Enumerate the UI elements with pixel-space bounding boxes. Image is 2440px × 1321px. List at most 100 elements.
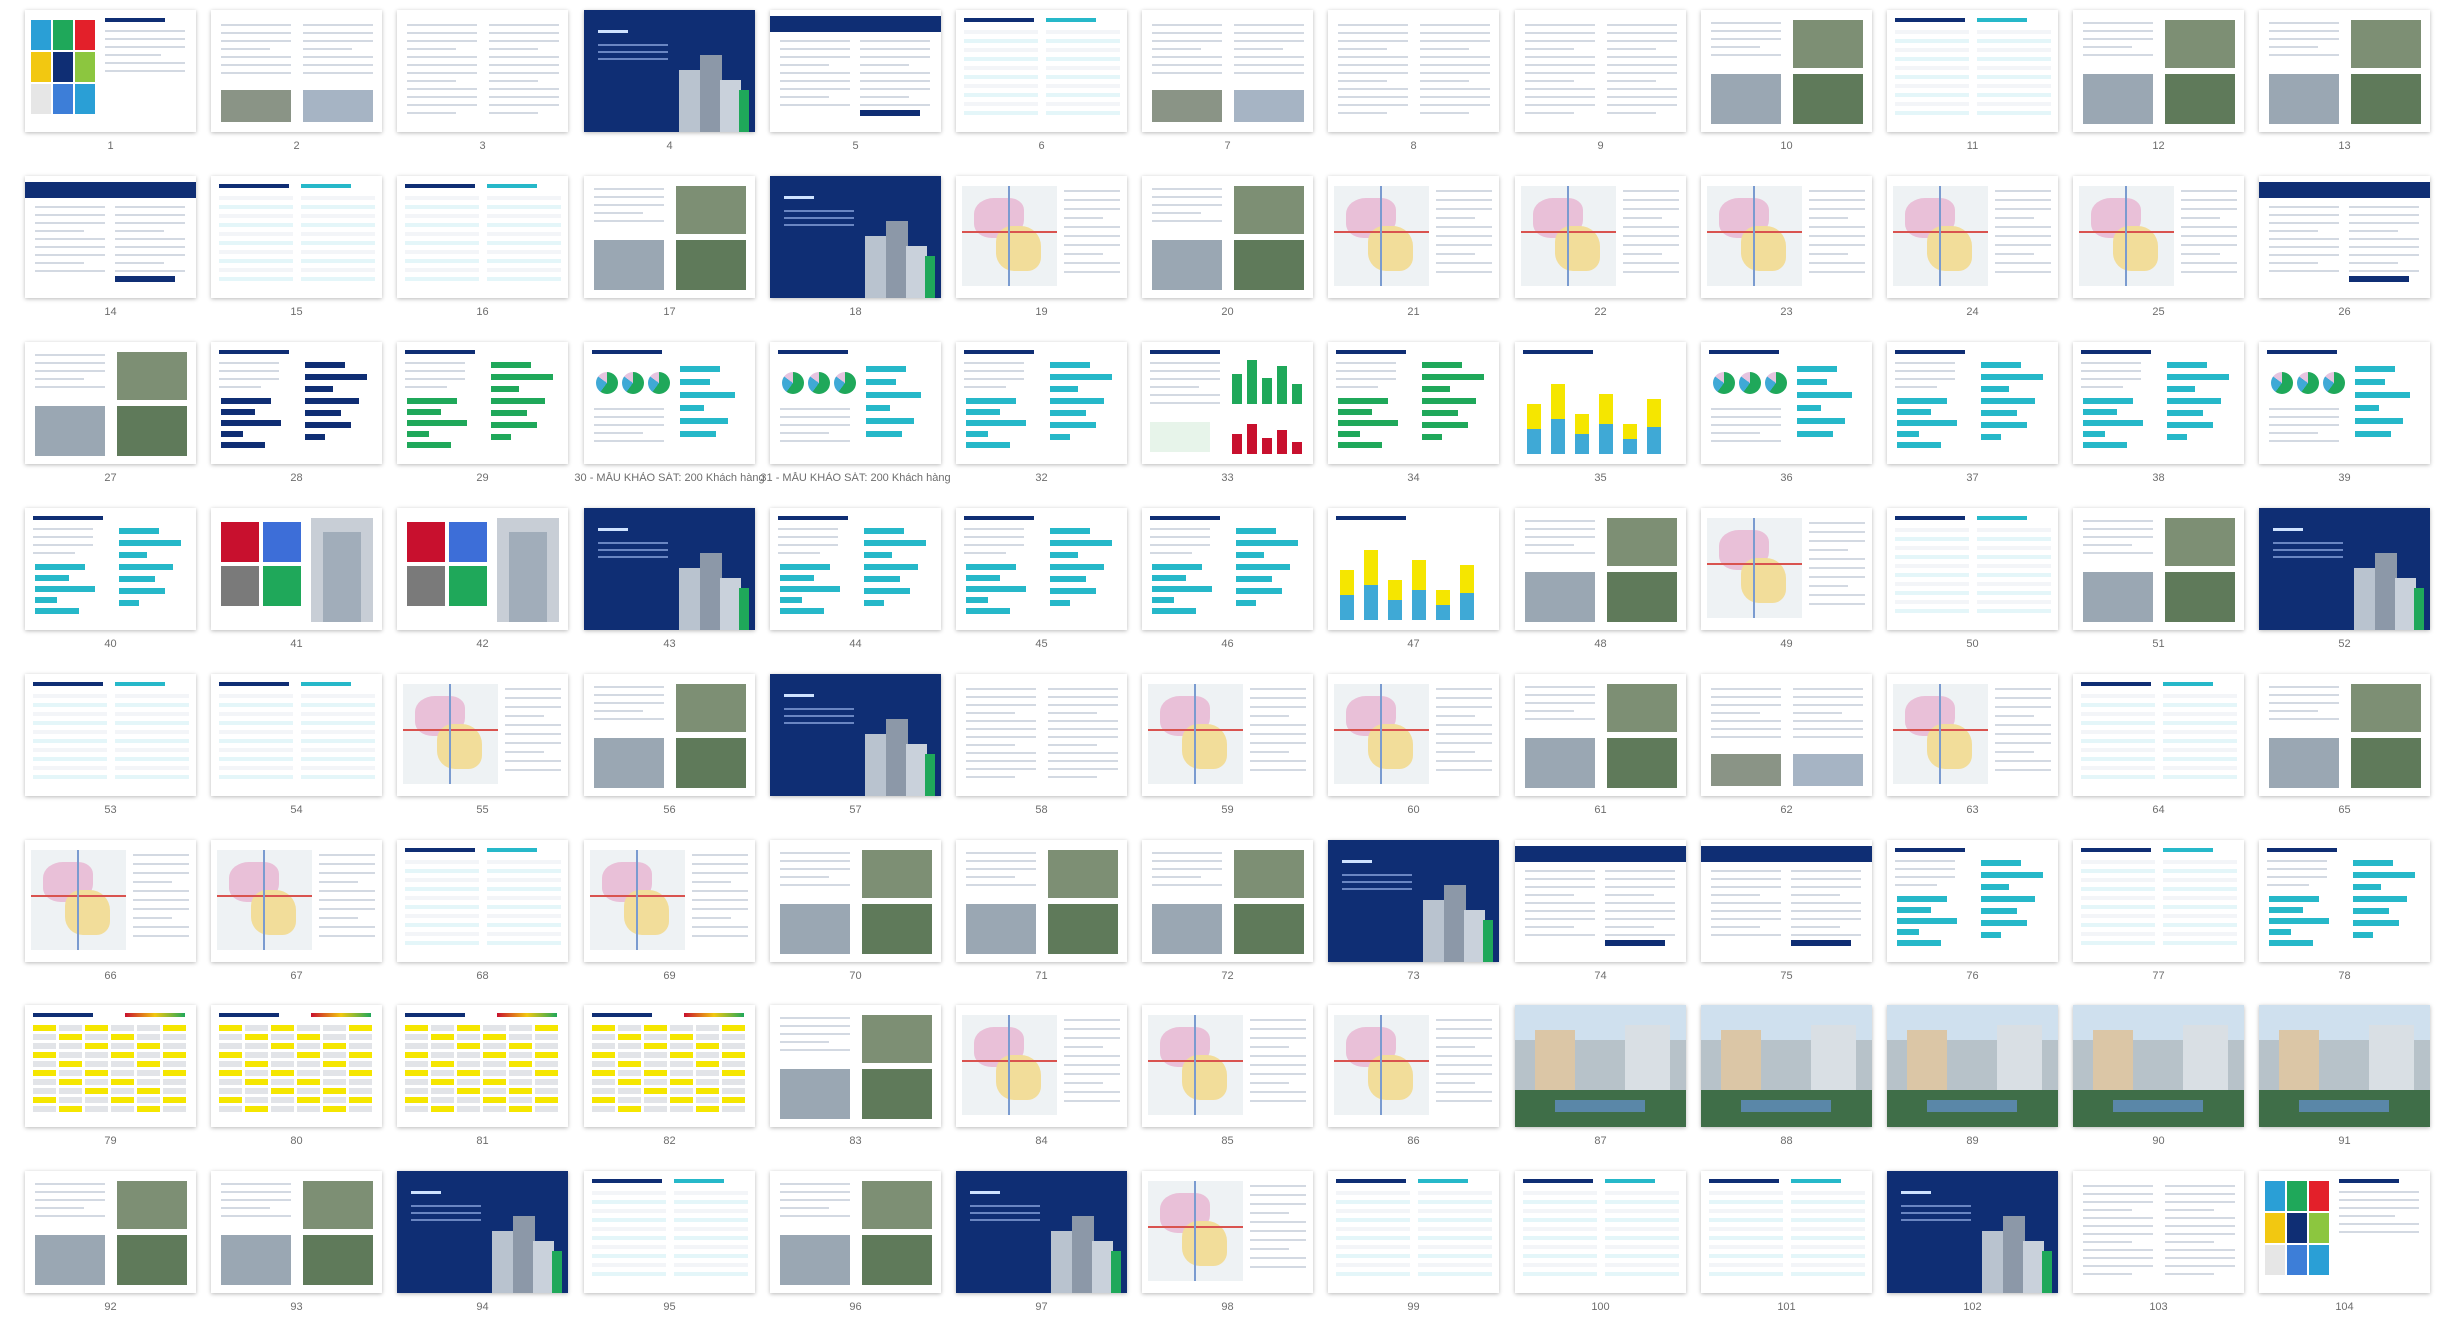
page-thumbnail[interactable]: 93 [211, 1171, 382, 1321]
page-thumbnail-image[interactable] [770, 10, 941, 132]
page-thumbnail[interactable]: 32 [956, 342, 1127, 492]
page-thumbnail[interactable]: 101 [1701, 1171, 1872, 1321]
page-thumbnail[interactable]: 92 [25, 1171, 196, 1321]
page-thumbnail[interactable]: 3 [397, 10, 568, 160]
page-thumbnail-image[interactable] [1701, 10, 1872, 132]
page-thumbnail[interactable]: 14 [25, 176, 196, 326]
page-thumbnail-image[interactable] [25, 10, 196, 132]
page-thumbnail[interactable]: 95 [584, 1171, 755, 1321]
page-thumbnail[interactable]: 98 [1142, 1171, 1313, 1321]
page-thumbnail-image[interactable] [1515, 674, 1686, 796]
page-thumbnail-image[interactable] [211, 10, 382, 132]
page-thumbnail-image[interactable] [2073, 508, 2244, 630]
page-thumbnail-image[interactable] [397, 176, 568, 298]
page-thumbnail-image[interactable] [25, 508, 196, 630]
page-thumbnail-image[interactable] [25, 1171, 196, 1293]
page-thumbnail-image[interactable] [956, 1171, 1127, 1293]
page-thumbnail-image[interactable] [2259, 176, 2430, 298]
page-thumbnail[interactable]: 97 [956, 1171, 1127, 1321]
page-thumbnail-image[interactable] [2259, 342, 2430, 464]
page-thumbnail[interactable]: 34 [1328, 342, 1499, 492]
page-thumbnail-image[interactable] [1328, 10, 1499, 132]
page-thumbnail[interactable]: 86 [1328, 1005, 1499, 1155]
page-thumbnail-image[interactable] [584, 176, 755, 298]
page-thumbnail-image[interactable] [2073, 1005, 2244, 1127]
page-thumbnail-image[interactable] [1142, 508, 1313, 630]
page-thumbnail-image[interactable] [956, 1005, 1127, 1127]
page-thumbnail[interactable]: 56 [584, 674, 755, 824]
page-thumbnail[interactable]: 65 [2259, 674, 2430, 824]
page-thumbnail-image[interactable] [2073, 176, 2244, 298]
page-thumbnail-image[interactable] [1328, 508, 1499, 630]
page-thumbnail-image[interactable] [770, 840, 941, 962]
page-thumbnail[interactable]: 71 [956, 840, 1127, 990]
page-thumbnail[interactable]: 27 [25, 342, 196, 492]
page-thumbnail-image[interactable] [1515, 10, 1686, 132]
page-thumbnail[interactable]: 4 [584, 10, 755, 160]
page-thumbnail-image[interactable] [2259, 508, 2430, 630]
page-thumbnail[interactable]: 44 [770, 508, 941, 658]
page-thumbnail-image[interactable] [397, 342, 568, 464]
page-thumbnail[interactable]: 36 [1701, 342, 1872, 492]
page-thumbnail-image[interactable] [211, 1005, 382, 1127]
page-thumbnail-image[interactable] [2259, 840, 2430, 962]
page-thumbnail-image[interactable] [956, 674, 1127, 796]
page-thumbnail[interactable]: 90 [2073, 1005, 2244, 1155]
page-thumbnail-image[interactable] [2259, 10, 2430, 132]
page-thumbnail[interactable]: 68 [397, 840, 568, 990]
page-thumbnail-image[interactable] [1887, 1171, 2058, 1293]
page-thumbnail[interactable]: 63 [1887, 674, 2058, 824]
page-thumbnail[interactable]: 81 [397, 1005, 568, 1155]
page-thumbnail[interactable]: 26 [2259, 176, 2430, 326]
page-thumbnail[interactable]: 104 [2259, 1171, 2430, 1321]
page-thumbnail-image[interactable] [1328, 1171, 1499, 1293]
page-thumbnail[interactable]: 96 [770, 1171, 941, 1321]
page-thumbnail[interactable]: 50 [1887, 508, 2058, 658]
page-thumbnail[interactable]: 48 [1515, 508, 1686, 658]
page-thumbnail-image[interactable] [770, 1005, 941, 1127]
page-thumbnail[interactable]: 45 [956, 508, 1127, 658]
page-thumbnail-image[interactable] [2073, 1171, 2244, 1293]
page-thumbnail[interactable]: 69 [584, 840, 755, 990]
page-thumbnail[interactable]: 80 [211, 1005, 382, 1155]
page-thumbnail[interactable]: 53 [25, 674, 196, 824]
page-thumbnail-image[interactable] [397, 1005, 568, 1127]
page-thumbnail[interactable]: 17 [584, 176, 755, 326]
page-thumbnail[interactable]: 89 [1887, 1005, 2058, 1155]
page-thumbnail[interactable]: 18 [770, 176, 941, 326]
page-thumbnail[interactable]: 42 [397, 508, 568, 658]
page-thumbnail[interactable]: 23 [1701, 176, 1872, 326]
page-thumbnail-image[interactable] [1328, 342, 1499, 464]
page-thumbnail[interactable]: 30 - MẪU KHẢO SÁT: 200 Khách hàng [574, 342, 765, 492]
page-thumbnail[interactable]: 57 [770, 674, 941, 824]
page-thumbnail[interactable]: 72 [1142, 840, 1313, 990]
page-thumbnail[interactable]: 41 [211, 508, 382, 658]
page-thumbnail[interactable]: 35 [1515, 342, 1686, 492]
page-thumbnail-image[interactable] [1142, 176, 1313, 298]
page-thumbnail-image[interactable] [1328, 176, 1499, 298]
page-thumbnail-image[interactable] [2259, 674, 2430, 796]
page-thumbnail[interactable]: 39 [2259, 342, 2430, 492]
page-thumbnail[interactable]: 94 [397, 1171, 568, 1321]
page-thumbnail-image[interactable] [1887, 674, 2058, 796]
page-thumbnail[interactable]: 38 [2073, 342, 2244, 492]
page-thumbnail-image[interactable] [211, 674, 382, 796]
page-thumbnail-image[interactable] [25, 176, 196, 298]
page-thumbnail[interactable]: 46 [1142, 508, 1313, 658]
page-thumbnail[interactable]: 54 [211, 674, 382, 824]
page-thumbnail-image[interactable] [584, 1171, 755, 1293]
page-thumbnail-image[interactable] [211, 1171, 382, 1293]
page-thumbnail[interactable]: 20 [1142, 176, 1313, 326]
page-thumbnail[interactable]: 29 [397, 342, 568, 492]
page-thumbnail[interactable]: 99 [1328, 1171, 1499, 1321]
page-thumbnail-image[interactable] [1701, 674, 1872, 796]
page-thumbnail-image[interactable] [25, 674, 196, 796]
page-thumbnail[interactable]: 84 [956, 1005, 1127, 1155]
page-thumbnail-image[interactable] [25, 342, 196, 464]
page-thumbnail[interactable]: 51 [2073, 508, 2244, 658]
page-thumbnail-image[interactable] [956, 840, 1127, 962]
page-thumbnail-image[interactable] [397, 674, 568, 796]
page-thumbnail-image[interactable] [1887, 10, 2058, 132]
page-thumbnail[interactable]: 60 [1328, 674, 1499, 824]
page-thumbnail-image[interactable] [770, 674, 941, 796]
